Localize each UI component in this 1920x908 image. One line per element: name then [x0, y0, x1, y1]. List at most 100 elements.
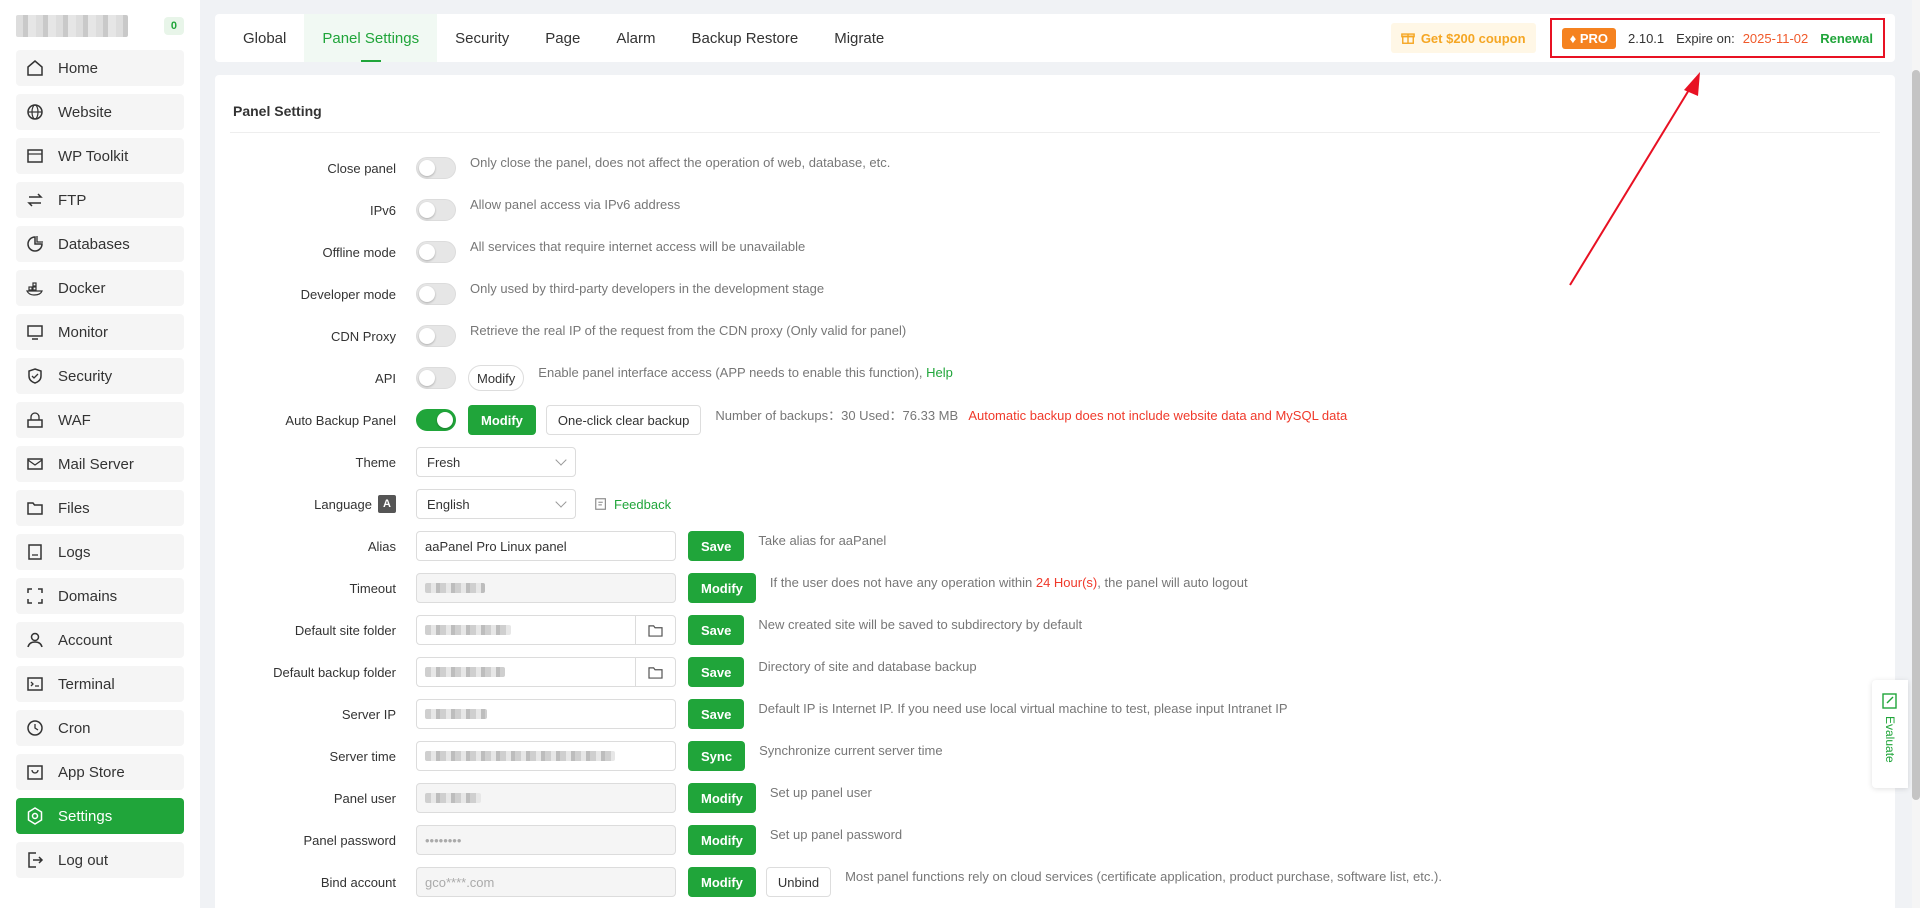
timeout-modify-button[interactable]: Modify: [688, 573, 756, 603]
sidebar-item-databases[interactable]: Databases: [16, 226, 184, 262]
backup-folder-save-button[interactable]: Save: [688, 657, 745, 687]
panel-password-input[interactable]: ••••••••: [416, 825, 676, 855]
tab-migrate[interactable]: Migrate: [816, 14, 902, 62]
tab-page[interactable]: Page: [527, 14, 598, 62]
auto-backup-toggle[interactable]: [416, 409, 456, 431]
folder-icon: [648, 624, 663, 637]
folder-picker-button[interactable]: [635, 658, 675, 686]
offline-mode-toggle[interactable]: [416, 241, 456, 263]
tab-security[interactable]: Security: [437, 14, 527, 62]
scroll-thumb[interactable]: [1912, 70, 1920, 800]
site-folder-save-button[interactable]: Save: [688, 615, 745, 645]
server-time-input[interactable]: [416, 741, 676, 771]
gift-icon: [1400, 33, 1415, 44]
folder-icon: [24, 497, 46, 519]
monitor-icon: [24, 321, 46, 343]
row-label: CDN Proxy: [330, 328, 396, 344]
sidebar-item-logs[interactable]: Logs: [16, 534, 184, 570]
sidebar-item-wp-toolkit[interactable]: WP Toolkit: [16, 138, 184, 174]
tab-panel-settings[interactable]: Panel Settings: [304, 14, 438, 62]
tab-global[interactable]: Global: [225, 14, 304, 62]
tab-alarm[interactable]: Alarm: [598, 14, 673, 62]
row-desc: Allow panel access via IPv6 address: [470, 196, 681, 212]
panel-user-modify-button[interactable]: Modify: [688, 783, 756, 813]
sidebar-item-security[interactable]: Security: [16, 358, 184, 394]
evaluate-button[interactable]: Evaluate: [1872, 680, 1908, 788]
unbind-button[interactable]: Unbind: [765, 867, 832, 897]
timeout-value: 24 Hour(s): [1035, 574, 1098, 590]
sidebar-item-label: Home: [58, 59, 99, 77]
clear-backup-button[interactable]: One-click clear backup: [545, 405, 702, 435]
close-panel-toggle[interactable]: [416, 157, 456, 179]
transfer-icon: [24, 189, 46, 211]
sidebar-item-account[interactable]: Account: [16, 622, 184, 658]
api-modify-button[interactable]: Modify: [468, 365, 525, 391]
renewal-link[interactable]: Renewal: [1820, 31, 1873, 46]
row-label: Bind account: [320, 874, 396, 890]
database-icon: [24, 233, 46, 255]
server-time-sync-button[interactable]: Sync: [688, 741, 746, 771]
sidebar-item-label: Cron: [58, 719, 91, 737]
sidebar-item-app-store[interactable]: App Store: [16, 754, 184, 790]
timeout-input[interactable]: [416, 573, 676, 603]
row-desc: Retrieve the real IP of the request from…: [470, 322, 907, 338]
sidebar-item-log-out[interactable]: Log out: [16, 842, 184, 878]
notification-badge[interactable]: 0: [163, 17, 184, 35]
sidebar-item-website[interactable]: Website: [16, 94, 184, 130]
sidebar-item-domains[interactable]: Domains: [16, 578, 184, 614]
row-label: IPv6: [369, 202, 396, 218]
backup-folder-input[interactable]: [416, 657, 676, 687]
edit-icon: [595, 498, 606, 510]
row-desc: Default IP is Internet IP. If you need u…: [758, 700, 1288, 716]
developer-mode-toggle[interactable]: [416, 283, 456, 305]
ipv6-toggle[interactable]: [416, 199, 456, 221]
server-ip-input[interactable]: [416, 699, 676, 729]
bind-account-modify-button[interactable]: Modify: [688, 867, 756, 897]
alias-input[interactable]: aaPanel Pro Linux panel: [416, 531, 676, 561]
help-link[interactable]: Help: [926, 365, 953, 380]
folder-picker-button[interactable]: [635, 616, 675, 644]
row-bind-account: Bind account gco****.com Modify Unbind M…: [215, 867, 1442, 897]
auto-backup-modify-button[interactable]: Modify: [468, 405, 536, 435]
sidebar-item-monitor[interactable]: Monitor: [16, 314, 184, 350]
site-folder-input[interactable]: [416, 615, 676, 645]
panel-password-modify-button[interactable]: Modify: [688, 825, 756, 855]
coupon-button[interactable]: Get $200 coupon: [1390, 23, 1536, 53]
theme-value: Fresh: [427, 454, 461, 470]
sidebar-item-docker[interactable]: Docker: [16, 270, 184, 306]
cdn-proxy-toggle[interactable]: [416, 325, 456, 347]
sidebar-item-ftp[interactable]: FTP: [16, 182, 184, 218]
theme-select[interactable]: Fresh: [416, 447, 576, 477]
sidebar-item-label: App Store: [58, 763, 125, 781]
sidebar-item-settings[interactable]: Settings: [16, 798, 184, 834]
sidebar-item-terminal[interactable]: Terminal: [16, 666, 184, 702]
row-cdn-proxy: CDN Proxy Retrieve the real IP of the re…: [215, 321, 906, 351]
blurred-value: [425, 625, 511, 635]
sidebar-item-files[interactable]: Files: [16, 490, 184, 526]
chevron-down-icon: [555, 496, 567, 508]
pro-badge[interactable]: ♦ PRO: [1561, 27, 1616, 49]
sidebar-item-label: Databases: [58, 235, 130, 253]
row-site-folder: Default site folder Save New created sit…: [215, 615, 1082, 645]
sidebar-item-waf[interactable]: WAF: [16, 402, 184, 438]
sidebar-item-cron[interactable]: Cron: [16, 710, 184, 746]
scrollbar[interactable]: [1912, 0, 1920, 908]
tab-backup-restore[interactable]: Backup Restore: [674, 14, 817, 62]
server-ip-save-button[interactable]: Save: [688, 699, 745, 729]
row-label: Server IP: [341, 706, 396, 722]
language-select[interactable]: English: [416, 489, 576, 519]
row-desc: If the user does not have any operation …: [769, 574, 1036, 590]
sidebar-item-label: Logs: [58, 543, 91, 561]
api-toggle[interactable]: [416, 367, 456, 389]
panel-user-input[interactable]: [416, 783, 676, 813]
sidebar-item-mail-server[interactable]: Mail Server: [16, 446, 184, 482]
row-server-time: Server time Sync Synchronize current ser…: [215, 741, 943, 771]
logout-icon: [24, 849, 46, 871]
blurred-value: [425, 667, 505, 677]
bind-account-input[interactable]: gco****.com: [416, 867, 676, 897]
sidebar-item-home[interactable]: Home: [16, 50, 184, 86]
alias-save-button[interactable]: Save: [688, 531, 745, 561]
row-desc: Synchronize current server time: [759, 742, 943, 758]
feedback-link[interactable]: Feedback: [594, 497, 671, 512]
brand-logo[interactable]: [16, 15, 128, 37]
